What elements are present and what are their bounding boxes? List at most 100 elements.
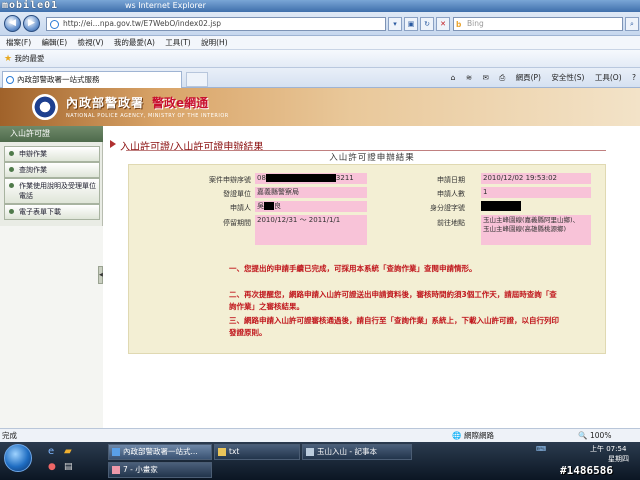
police-emblem-icon: [32, 94, 58, 120]
ie-icon: [112, 448, 120, 456]
bullet-icon: [9, 167, 14, 172]
internet-zone: 網際網路: [464, 431, 494, 440]
sidebar-blank-area: [0, 226, 103, 428]
redacted-block: [265, 174, 336, 182]
sidebar-item-apply[interactable]: 申辦作業: [4, 146, 100, 162]
page-menu[interactable]: 網頁(P): [516, 73, 541, 82]
search-placeholder: Bing: [467, 19, 484, 28]
sidebar-header: 入山許可證: [0, 126, 103, 142]
note-2: 二、再次提醒您，網路申請入山許可證送出申請資料後，審核時間約須3個工作天，請屆時…: [229, 290, 557, 311]
menu-tools[interactable]: 工具(T): [165, 38, 190, 47]
case-no-value: 08 3211: [255, 173, 367, 184]
applicant-value: 吳良: [255, 201, 367, 212]
window-title: ws Internet Explorer: [125, 1, 206, 10]
date-label: 申請日期: [437, 176, 465, 184]
id-label: 身分證字號: [430, 204, 465, 212]
print-icon[interactable]: ⎙: [499, 73, 505, 82]
tools-menu[interactable]: 工具(O): [595, 73, 622, 82]
status-bar: 完成 🌐 網際網路 🔍 100%: [0, 428, 640, 442]
back-button[interactable]: ◀: [4, 15, 21, 32]
menu-file[interactable]: 檔案(F): [6, 38, 31, 47]
bullet-icon: [9, 183, 14, 188]
destination-value: 玉山主峰園線(嘉義縣阿里山鄉)、 玉山主峰園線(高雄縣桃源鄉): [481, 215, 591, 245]
language-icon[interactable]: ⌨: [536, 444, 546, 455]
menu-favorites[interactable]: 我的最愛(A): [114, 38, 155, 47]
app-quicklaunch-icon[interactable]: ●: [48, 462, 56, 472]
ie-quicklaunch-icon[interactable]: e: [48, 446, 54, 457]
forward-button[interactable]: ▶: [23, 15, 40, 32]
title-arrow-icon: [110, 140, 116, 148]
redacted-block: [481, 201, 521, 211]
site-name: 警政e網通: [152, 96, 209, 110]
period-value: 2010/12/31 ～ 2011/1/1: [255, 215, 367, 245]
notepad-icon: [306, 448, 314, 456]
search-input[interactable]: b Bing: [453, 17, 623, 31]
menu-help[interactable]: 說明(H): [201, 38, 228, 47]
menu-bar: 檔案(F) 編輯(E) 檢視(V) 我的最愛(A) 工具(T) 說明(H): [0, 36, 640, 50]
dropdown-arrow-icon[interactable]: ▾: [388, 17, 402, 31]
bing-logo-icon: b: [456, 20, 462, 29]
mail-icon[interactable]: ✉: [483, 73, 489, 82]
taskbar-button-notepad[interactable]: 玉山入山 - 記事本: [302, 444, 412, 460]
tab-npa[interactable]: 內政部警政署一站式服務: [2, 71, 182, 88]
taskbar: e ▰ ● ▤ 內政部警政署一站式... txt 玉山入山 - 記事本 7 - …: [0, 442, 640, 480]
taskbar-button-txt[interactable]: txt: [214, 444, 300, 460]
taskbar-button-ie[interactable]: 內政部警政署一站式...: [108, 444, 212, 460]
window-title-bar: mobile01 ws Internet Explorer: [0, 0, 640, 12]
id-value: [481, 201, 591, 211]
favorites-label[interactable]: 我的最愛: [14, 54, 44, 63]
sidebar-item-guide[interactable]: 作業使用說明及受理單位電話: [4, 178, 100, 204]
sidebar-item-query[interactable]: 查詢作業: [4, 162, 100, 178]
address-input[interactable]: http://ei...npa.gov.tw/E7WebO/index02.js…: [46, 17, 386, 31]
issuer-label: 發證單位: [223, 190, 251, 198]
result-subtitle: 入山許可證申辦結果: [329, 153, 415, 163]
note-3: 三、網路申請入山許可證審核通過後，請自行至「查詢作業」系統上，下載入山許可證，以…: [229, 316, 559, 337]
sidebar-collapse-handle[interactable]: ◀: [98, 266, 103, 284]
result-panel: 案件申辦序號 08 3211 申請日期 2010/12/02 19:53:02 發…: [128, 164, 606, 354]
compatibility-icon[interactable]: ▣: [404, 17, 418, 31]
feeds-icon[interactable]: ≋: [466, 73, 472, 82]
applicant-label: 申請人: [230, 204, 251, 212]
sidebar-item-label: 申辦作業: [19, 150, 47, 158]
issuer-value: 嘉義縣警察局: [255, 187, 367, 198]
favorites-star-icon[interactable]: ★: [4, 54, 12, 64]
ie-page-icon: [50, 20, 59, 29]
taskbar-button-paint[interactable]: 7 - 小畫家: [108, 462, 212, 478]
sidebar-item-label: 查詢作業: [19, 166, 47, 174]
period-label: 停留期間: [223, 219, 251, 227]
new-tab-button[interactable]: [186, 72, 208, 87]
destination-label: 前往地點: [437, 219, 465, 227]
status-text: 完成: [2, 431, 17, 440]
start-button[interactable]: [4, 444, 32, 472]
zoom-level[interactable]: 100%: [590, 429, 611, 442]
sidebar-item-forms[interactable]: 電子表單下載: [4, 204, 100, 220]
zoom-icon[interactable]: 🔍: [578, 429, 587, 442]
site-banner: 內政部警政署 警政e網通 NATIONAL POLICE AGENCY, MIN…: [0, 88, 640, 126]
main-content: 入山許可證/入山許可證申辦結果 入山許可證申辦結果 案件申辦序號 08 3211 …: [104, 126, 640, 428]
refresh-icon[interactable]: ↻: [420, 17, 434, 31]
agency-name[interactable]: 內政部警政署: [66, 94, 144, 111]
show-desktop-icon[interactable]: ▤: [64, 462, 73, 472]
safety-menu[interactable]: 安全性(S): [551, 73, 584, 82]
mobile01-logo: mobile01: [2, 0, 59, 11]
menu-edit[interactable]: 編輯(E): [42, 38, 68, 47]
redacted-block: [264, 202, 274, 210]
folder-quicklaunch-icon[interactable]: ▰: [64, 446, 72, 457]
sidebar-item-label: 作業使用說明及受理單位電話: [19, 182, 96, 200]
paint-icon: [112, 466, 120, 474]
tab-title: 內政部警政署一站式服務: [17, 75, 100, 84]
stop-icon[interactable]: ✕: [436, 17, 450, 31]
sidebar-item-label: 電子表單下載: [19, 208, 61, 216]
help-icon[interactable]: ?: [632, 73, 636, 82]
date-value: 2010/12/02 19:53:02: [481, 173, 591, 184]
folder-icon: [218, 448, 226, 456]
people-value: 1: [481, 187, 591, 198]
favorites-bar: ★ 我的最愛: [0, 50, 640, 68]
address-url: http://ei...npa.gov.tw/E7WebO/index02.js…: [63, 19, 222, 28]
menu-view[interactable]: 檢視(V): [78, 38, 104, 47]
internet-zone-icon: 🌐: [452, 431, 462, 440]
agency-english-name: NATIONAL POLICE AGENCY, MINISTRY OF THE …: [66, 113, 229, 119]
search-icon[interactable]: ⌕: [625, 17, 639, 31]
home-icon[interactable]: ⌂: [451, 73, 456, 82]
sidebar: 入山許可證 申辦作業 查詢作業 作業使用說明及受理單位電話 電子表單下載 ◀: [0, 126, 103, 428]
